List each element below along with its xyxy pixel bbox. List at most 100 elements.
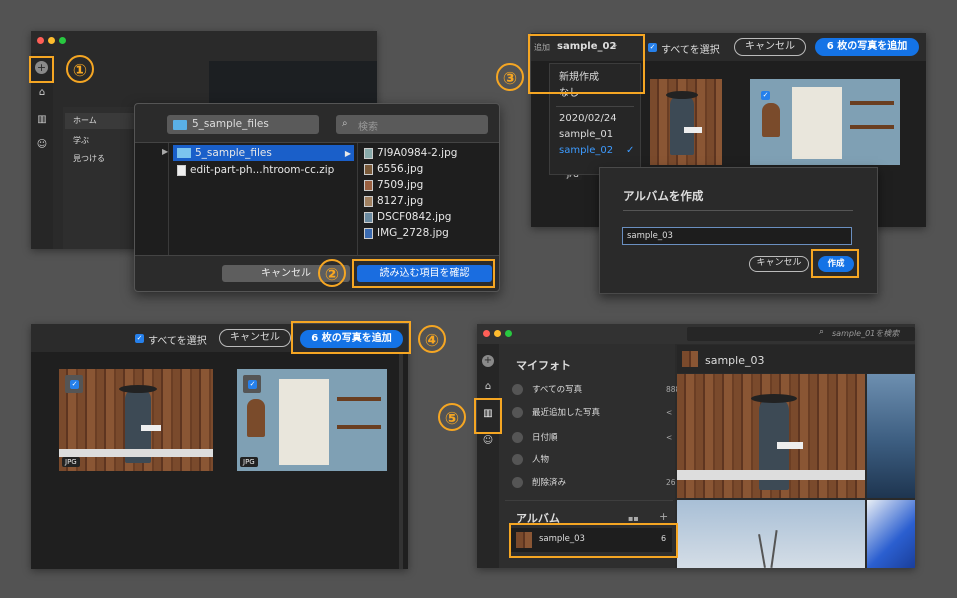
search-icon: ⌕ — [819, 327, 825, 337]
person-icon — [512, 453, 523, 465]
file-name: 7509.jpg — [377, 179, 424, 191]
file-row[interactable]: IMG_2728.jpg — [364, 225, 457, 241]
file-name: 6556.jpg — [377, 163, 424, 175]
dialog-title: アルバムを作成 — [623, 189, 704, 203]
sidebar-item-discover[interactable]: 見つける — [73, 153, 105, 164]
window-controls[interactable] — [37, 37, 66, 44]
grid-view-icon[interactable]: ▪▪ — [628, 514, 639, 523]
file-name: DSCF0842.jpg — [377, 211, 452, 223]
grid-photo-sky[interactable] — [677, 500, 865, 568]
select-all-label: すべてを選択 — [148, 336, 207, 347]
add-photos-button[interactable]: 6 枚の写真を追加 — [815, 38, 919, 56]
zip-row[interactable]: edit-part-ph...htroom-cc.zip — [177, 162, 334, 178]
step-4-marker: ④ — [418, 325, 446, 353]
menu-item-sample-02-label: sample_02 — [559, 145, 614, 156]
menu-item-sample-02[interactable]: sample_02 ✓ — [550, 143, 640, 159]
photo-checkbox[interactable]: ✓ — [248, 380, 257, 389]
folder-name: 5_sample_files — [192, 118, 269, 130]
scrollbar-track[interactable] — [399, 354, 403, 569]
wooden-shelf — [337, 397, 381, 401]
people-icon[interactable]: ☺ — [481, 435, 495, 446]
cancel-button[interactable]: キャンセル — [734, 38, 806, 56]
menu-item-date[interactable]: 2020/02/24 — [550, 111, 640, 127]
home-icon[interactable]: ⌂ — [481, 381, 495, 392]
select-all-checkbox[interactable]: ✓ — [135, 334, 144, 343]
wooden-shelf — [850, 125, 894, 129]
people-icon[interactable]: ☺ — [35, 139, 49, 150]
chevron-right-icon: ▶ — [344, 148, 351, 158]
photo-thumbnail-woman[interactable] — [59, 369, 213, 471]
bench — [59, 449, 213, 457]
highlight-add-button — [29, 56, 54, 83]
dialog-cancel-button[interactable]: キャンセル — [749, 256, 809, 272]
step-1-marker: ① — [66, 55, 94, 83]
select-all-label: すべてを選択 — [661, 45, 720, 56]
cabinet — [792, 87, 842, 159]
zip-file-icon — [177, 164, 186, 176]
file-list: 7I9A0984-2.jpg 6556.jpg 7509.jpg 8127.jp… — [364, 145, 457, 241]
file-row[interactable]: 8127.jpg — [364, 193, 457, 209]
search-icon: ⌕ — [342, 118, 348, 129]
album-name-value: sample_03 — [627, 231, 673, 241]
hat — [666, 91, 698, 99]
grid-photo-woman[interactable] — [677, 374, 865, 498]
cabinet — [279, 379, 329, 465]
menu-item-sample-01[interactable]: sample_01 — [550, 127, 640, 143]
highlight-add-photos-button — [291, 321, 411, 354]
folder-icon — [177, 148, 191, 158]
album-name-input[interactable]: sample_03 — [622, 227, 852, 245]
add-photos-icon[interactable]: + — [482, 355, 494, 367]
file-row[interactable]: DSCF0842.jpg — [364, 209, 457, 225]
book — [141, 425, 161, 431]
add-album-icon[interactable]: + — [659, 510, 668, 523]
dialog-divider — [623, 210, 853, 211]
bench — [677, 470, 865, 480]
grid-title: sample_03 — [705, 354, 765, 367]
photo-thumbnail-shelf[interactable] — [237, 369, 387, 471]
home-icon[interactable]: ⌂ — [35, 87, 49, 98]
search-field[interactable]: ⌕ sample_01を検索 — [687, 327, 915, 341]
menu-divider — [556, 106, 634, 107]
grid-photo-blue[interactable] — [867, 500, 915, 568]
checkmark-icon: ✓ — [626, 145, 635, 156]
nav-by-date[interactable]: 日付順 < — [512, 430, 672, 444]
nav-label: 人物 — [532, 455, 550, 465]
step-3-marker: ③ — [496, 63, 524, 91]
woman-figure — [670, 95, 694, 155]
folder-dropdown[interactable]: 5_sample_files — [167, 115, 319, 134]
highlight-album-select — [528, 34, 645, 94]
library-icon[interactable]: ▥ — [35, 114, 49, 125]
folder-row-selected[interactable]: 5_sample_files ▶ — [173, 145, 354, 161]
wooden-shelf — [850, 101, 894, 105]
file-row[interactable]: 7509.jpg — [364, 177, 457, 193]
file-row[interactable]: 7I9A0984-2.jpg — [364, 145, 457, 161]
select-all-checkbox[interactable]: ✓ — [648, 43, 657, 52]
sidebar-item-learn[interactable]: 学ぶ — [73, 135, 89, 146]
grid-photo-lake[interactable] — [867, 374, 915, 498]
nav-people[interactable]: 人物 — [512, 452, 549, 466]
photo-checkbox[interactable]: ✓ — [70, 380, 79, 389]
search-placeholder: sample_01を検索 — [832, 329, 900, 338]
photo-thumbnail-shelf[interactable] — [750, 79, 900, 165]
left-rail — [477, 344, 499, 568]
file-name: 8127.jpg — [377, 195, 424, 207]
calendar-icon — [512, 431, 523, 443]
photo-thumbnail-woman[interactable] — [650, 79, 722, 165]
photo-checkbox[interactable]: ✓ — [761, 91, 770, 100]
file-row[interactable]: 6556.jpg — [364, 161, 457, 177]
cancel-button[interactable]: キャンセル — [219, 329, 291, 347]
wooden-shelf — [337, 425, 381, 429]
add-photos-window: ✓ すべてを選択 キャンセル 6 枚の写真を追加 ✓ JPG ✓ JPG — [31, 324, 408, 569]
nav-all-photos[interactable]: すべての写真 888 — [512, 382, 680, 396]
window-controls[interactable] — [483, 330, 512, 337]
branches — [758, 534, 766, 568]
book — [777, 442, 803, 449]
nav-deleted[interactable]: 削除済み 26 — [512, 475, 676, 489]
sidebar-item-home[interactable]: ホーム — [73, 115, 97, 126]
search-field[interactable]: ⌕ 検索 — [336, 115, 488, 134]
book — [684, 127, 702, 133]
nav-recently-added[interactable]: 最近追加した写真 < — [512, 405, 672, 419]
image-file-icon — [364, 211, 373, 223]
image-file-icon — [364, 227, 373, 239]
clock-icon — [512, 406, 523, 418]
